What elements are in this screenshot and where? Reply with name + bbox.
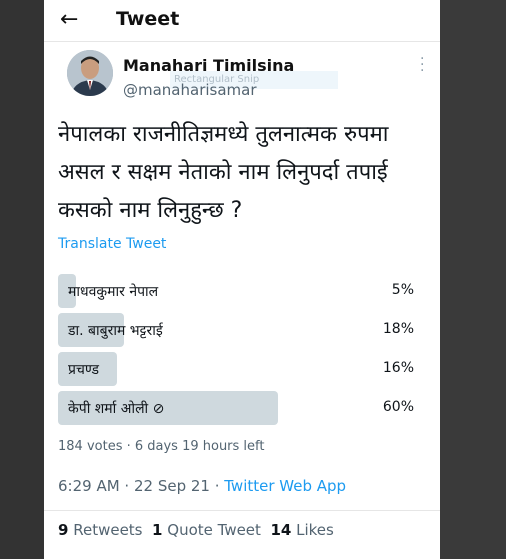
quotes-count: 1 <box>152 521 163 539</box>
quote-tweets-stat[interactable]: 1 Quote Tweet <box>152 521 261 539</box>
poll-option-label: प्रचण्ड <box>68 362 99 378</box>
poll-option-label: डा. बाबुराम भट्टराई <box>68 323 163 339</box>
page-title: Tweet <box>116 8 180 30</box>
poll-option-percent: 5% <box>391 282 414 298</box>
poll-option: केपी शर्मा ओली ⊘ 60% <box>58 391 414 425</box>
more-options-icon[interactable]: · · · <box>420 52 424 78</box>
source-app-link[interactable]: Twitter Web App <box>224 477 346 495</box>
poll-option-label: केपी शर्मा ओली ⊘ <box>68 401 165 417</box>
likes-stat[interactable]: 14 Likes <box>270 521 333 539</box>
avatar[interactable] <box>67 50 113 96</box>
tweet-text: नेपालका राजनीतिज्ञमध्ये तुलनात्मक रुपमा … <box>58 122 389 223</box>
poll-option-percent: 16% <box>382 360 414 376</box>
retweets-label: Retweets <box>73 521 143 539</box>
retweets-stat[interactable]: 9 Retweets <box>58 521 143 539</box>
translate-link[interactable]: Translate Tweet <box>58 236 166 252</box>
engagement-stats: 9 Retweets 1 Quote Tweet 14 Likes <box>58 521 334 539</box>
timestamp-text[interactable]: 6:29 AM · 22 Sep 21 · <box>58 477 224 495</box>
screen-border-left <box>0 0 44 559</box>
likes-count: 14 <box>270 521 292 539</box>
likes-label: Likes <box>296 521 334 539</box>
screen-border-right <box>440 0 506 559</box>
poll-option-percent: 18% <box>382 321 414 337</box>
poll: माधवकुमार नेपाल 5% डा. बाबुराम भट्टराई 1… <box>58 274 414 430</box>
tweet-card: ← Tweet Manahari Timilsina Rectangular S… <box>44 0 440 559</box>
top-bar: ← Tweet <box>44 0 440 40</box>
tweet-timestamp: 6:29 AM · 22 Sep 21 · Twitter Web App <box>58 477 346 495</box>
poll-option: प्रचण्ड 16% <box>58 352 414 386</box>
avatar-image <box>67 50 113 96</box>
poll-summary: 184 votes · 6 days 19 hours left <box>58 439 265 454</box>
divider <box>44 510 440 511</box>
author-handle[interactable]: @manaharisamar <box>123 81 257 99</box>
divider <box>44 41 440 42</box>
poll-option: माधवकुमार नेपाल 5% <box>58 274 414 308</box>
arrow-left-icon[interactable]: ← <box>60 6 78 34</box>
poll-option: डा. बाबुराम भट्टराई 18% <box>58 313 414 347</box>
quotes-label: Quote Tweet <box>167 521 261 539</box>
poll-option-percent: 60% <box>382 399 414 415</box>
retweets-count: 9 <box>58 521 69 539</box>
poll-option-label: माधवकुमार नेपाल <box>68 284 159 300</box>
